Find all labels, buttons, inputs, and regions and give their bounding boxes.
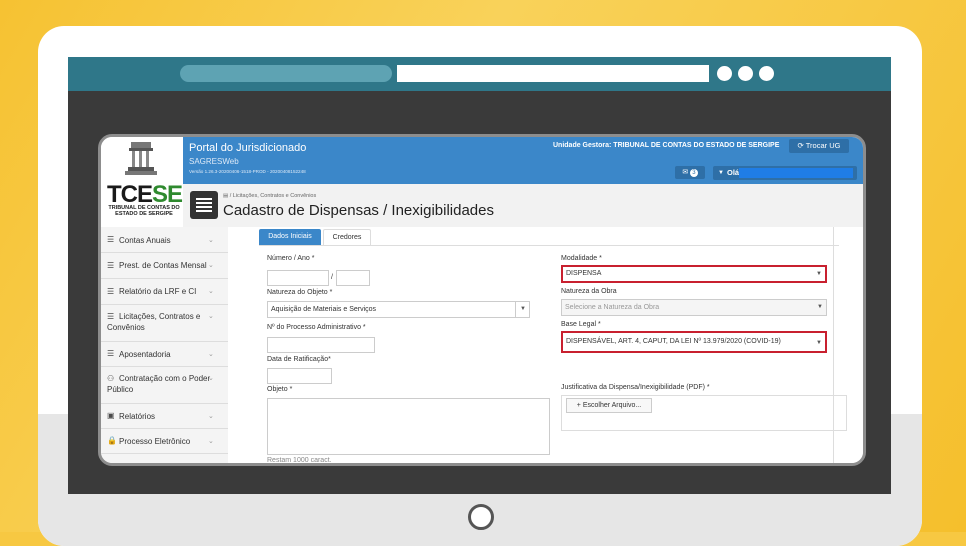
logo-subtitle: TRIBUNAL DE CONTAS DO ESTADO DE SERGIPE	[108, 205, 180, 217]
sidebar-item-relatorio-lrf[interactable]: ☰ Relatório da LRF e CI ⌄	[101, 278, 228, 305]
base-legal-select[interactable]: DISPENSÁVEL, ART. 4, CAPUT, DA LEI Nº 13…	[561, 331, 827, 353]
logo-panel: TCESE TRIBUNAL DE CONTAS DO ESTADO DE SE…	[101, 137, 183, 227]
app-name: SAGRESWeb	[189, 157, 239, 166]
list-icon	[190, 191, 218, 219]
sidebar-item-processo-eletronico[interactable]: 🔒 Processo Eletrônico ⌄	[101, 428, 228, 454]
natureza-obra-select[interactable]: Selecione a Natureza da Obra ▼	[561, 299, 827, 316]
tab-divider	[259, 245, 839, 246]
database-icon: ☰	[107, 261, 115, 270]
address-bar[interactable]	[397, 65, 709, 82]
chart-icon: ▣	[107, 411, 115, 420]
message-count-badge: 3	[690, 169, 698, 177]
base-legal-label: Base Legal *	[561, 321, 601, 328]
data-ratificacao-label: Data de Ratificação*	[267, 356, 331, 363]
breadcrumb[interactable]: ▤ / Licitações, Contratos e Convênios	[223, 193, 316, 199]
page-title: Cadastro de Dispensas / Inexigibilidades	[223, 202, 494, 219]
tab-credores[interactable]: Credores	[323, 229, 371, 246]
window-dot-icon	[759, 66, 774, 81]
modalidade-select[interactable]: DISPENSA ▼	[561, 265, 827, 283]
chevron-down-icon: ⌄	[208, 288, 214, 295]
browser-toolbar	[68, 57, 891, 91]
tab-pill	[180, 65, 392, 82]
unidade-gestora-label: Unidade Gestora: TRIBUNAL DE CONTAS DO E…	[553, 142, 780, 149]
caret-down-icon: ▼	[817, 304, 823, 310]
lock-icon: 🔒	[107, 436, 117, 445]
trocar-ug-button[interactable]: ⟳ Trocar UG	[789, 139, 849, 153]
messages-button[interactable]: ✉ 3	[675, 166, 705, 179]
database-icon: ☰	[107, 235, 115, 244]
sidebar-item-contratacao[interactable]: ⚇ Contratação com o Poder Público ⌄	[101, 366, 228, 404]
processo-administrativo-label: Nº do Processo Administrativo *	[267, 324, 366, 331]
data-ratificacao-input[interactable]	[267, 368, 332, 384]
justificativa-label: Justificativa da Dispensa/Inexigibilidad…	[561, 384, 710, 391]
user-menu-button[interactable]: ▼ Olá	[713, 166, 857, 180]
window-dot-icon	[738, 66, 753, 81]
objeto-label: Objeto *	[267, 386, 293, 393]
user-name-redacted	[739, 168, 853, 178]
natureza-obra-label: Natureza da Obra	[561, 288, 617, 295]
version-text: Versão 1.26.3-20200406-1518-PROD - 20200…	[189, 169, 306, 174]
seal-icon	[125, 142, 157, 175]
sidebar-item-aposentadoria[interactable]: ☰ Aposentadoria ⌄	[101, 341, 228, 367]
ano-input[interactable]	[336, 270, 370, 286]
caret-down-icon: ▼	[718, 170, 724, 176]
caret-down-icon: ▼	[816, 271, 822, 277]
natureza-objeto-select[interactable]: Aquisição de Materiais e Serviços ▼	[267, 301, 530, 318]
sidebar: ☰ Contas Anuais ⌄ ☰ Prest. de Contas Men…	[101, 227, 229, 463]
list-icon: ☰	[107, 312, 115, 321]
refresh-icon: ⟳	[797, 141, 804, 150]
home-button	[468, 504, 494, 530]
window-dot-icon	[717, 66, 732, 81]
sidebar-item-licitacoes[interactable]: ☰ Licitações, Contratos e Convênios ⌄	[101, 304, 228, 342]
list-icon: ☰	[107, 349, 115, 358]
chevron-down-icon: ⌄	[208, 413, 214, 420]
tab-dados-iniciais[interactable]: Dados Iniciais	[259, 229, 321, 245]
app-screen: TCESE TRIBUNAL DE CONTAS DO ESTADO DE SE…	[98, 134, 866, 466]
objeto-textarea[interactable]	[267, 398, 550, 455]
chevron-down-icon: ⌄	[208, 313, 214, 320]
portal-title: Portal do Jurisdicionado	[189, 142, 307, 154]
sidebar-item-prest-contas[interactable]: ☰ Prest. de Contas Mensal ⌄	[101, 252, 228, 279]
modalidade-label: Modalidade *	[561, 255, 602, 262]
chevron-down-icon: ⌄	[208, 262, 214, 269]
top-header: Portal do Jurisdicionado SAGRESWeb Versã…	[183, 137, 863, 184]
greeting-label: Olá	[727, 168, 740, 177]
database-icon: ☰	[107, 287, 115, 296]
restam-caracteres: Restam 1000 caract.	[267, 457, 332, 464]
natureza-objeto-label: Natureza do Objeto *	[267, 289, 333, 296]
sidebar-item-relatorios[interactable]: ▣ Relatórios ⌄	[101, 403, 228, 429]
home-icon: ▤ /	[223, 193, 233, 199]
chevron-down-icon: ⌄	[208, 237, 214, 244]
chevron-down-icon: ⌄	[208, 438, 214, 445]
page-title-bar: ▤ / Licitações, Contratos e Convênios Ca…	[183, 184, 863, 228]
envelope-icon: ✉	[682, 169, 689, 176]
slash-separator: /	[331, 274, 333, 281]
chevron-down-icon: ⌄	[208, 351, 214, 358]
processo-administrativo-input[interactable]	[267, 337, 375, 353]
numero-ano-label: Número / Ano *	[267, 255, 315, 262]
handshake-icon: ⚇	[107, 374, 115, 383]
caret-down-icon: ▼	[520, 306, 526, 312]
sidebar-item-contas-anuais[interactable]: ☰ Contas Anuais ⌄	[101, 227, 228, 253]
chevron-down-icon: ⌄	[208, 375, 214, 382]
caret-down-icon: ▼	[816, 340, 822, 346]
escolher-arquivo-button[interactable]: + Escolher Arquivo...	[566, 398, 652, 413]
numero-input[interactable]	[267, 270, 329, 286]
form-content: Dados Iniciais Credores Número / Ano * /…	[228, 227, 863, 463]
